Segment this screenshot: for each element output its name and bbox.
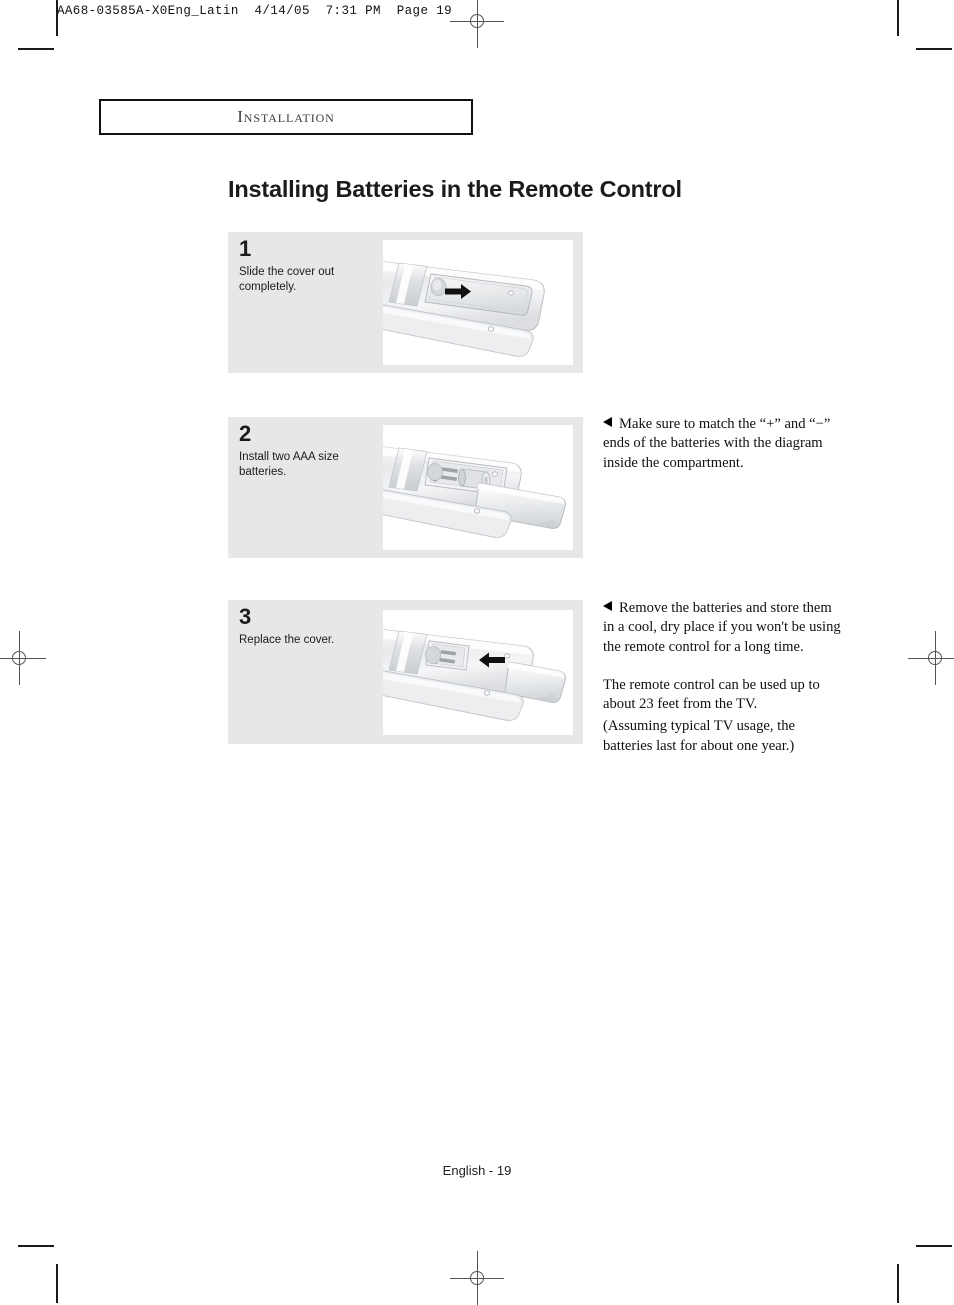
step-number-1: 1 — [239, 236, 252, 261]
step-panel-3: 3 Replace the cover. — [228, 600, 583, 744]
note-battery-storage: Remove the batteries and store them in a… — [603, 599, 843, 756]
note-paragraph: (Assuming typical TV usage, the batterie… — [603, 718, 795, 754]
page-footer: English - 19 — [442, 1163, 512, 1178]
note-paragraph: Make sure to match the “+” and “−” ends … — [603, 415, 843, 473]
remote-back-cover-slide-figure — [383, 261, 545, 357]
triangle-left-bullet-icon — [603, 601, 612, 611]
step-panel-1: 1 Slide the cover out completely. — [228, 232, 583, 373]
page-title: Installing Batteries in the Remote Contr… — [228, 176, 682, 202]
step-figure-3 — [383, 610, 573, 735]
chapter-heading-box: Installation — [99, 99, 473, 135]
step-figure-1 — [383, 240, 573, 365]
note-paragraph: The remote control can be used up to abo… — [603, 676, 820, 713]
step-text-1: Slide the cover out completely. — [239, 266, 335, 293]
note-paragraph: Remove the batteries and store them in a… — [603, 599, 843, 657]
remote-cover-replace-figure — [383, 629, 566, 721]
note-text: Remove the batteries and store them in a… — [603, 600, 841, 655]
note-spacer — [603, 657, 843, 676]
step-figure-2 — [383, 425, 573, 550]
triangle-left-bullet-icon — [603, 417, 612, 427]
step-text-3: Replace the cover. — [239, 634, 335, 646]
note-text: Make sure to match the “+” and “−” ends … — [603, 416, 831, 471]
step-panel-2: 2 Install two AAA size batteries. — [228, 417, 583, 558]
chapter-heading-label: Installation — [237, 107, 335, 126]
manual-page: Installation Installing Batteries in the… — [0, 0, 954, 1303]
step-number-3: 3 — [239, 604, 252, 629]
note-battery-polarity: Make sure to match the “+” and “−” ends … — [603, 415, 843, 473]
step-number-2: 2 — [239, 421, 252, 446]
step-text-2: Install two AAA size batteries. — [239, 451, 339, 478]
remote-battery-compartment-figure — [383, 446, 566, 538]
